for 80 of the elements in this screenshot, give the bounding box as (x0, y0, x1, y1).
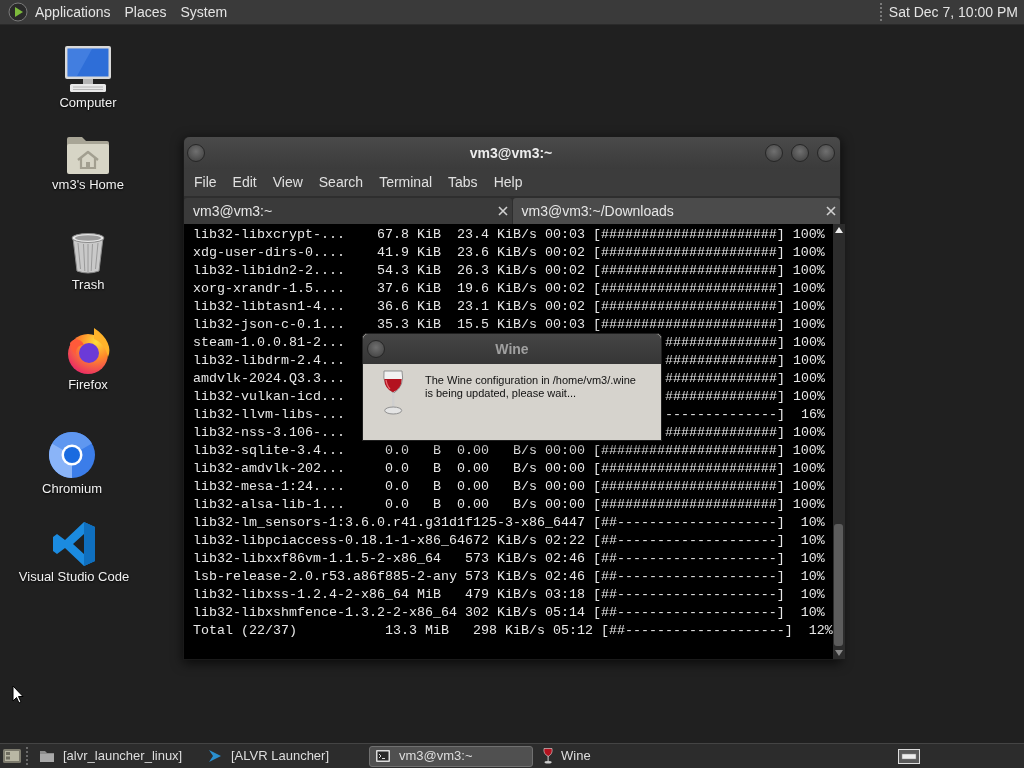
terminal-line-fragment: --------------] 16% (665, 406, 825, 424)
terminal-line: lib32-json-c-0.1... 35.3 KiB 15.5 KiB/s 00:03 [######################] 100% (193, 316, 825, 334)
workspace-switcher[interactable] (898, 748, 920, 764)
taskbar-item[interactable]: vm3@vm3:~ (369, 745, 533, 767)
terminal-line: lib32-libxshmfence-1.3.2-2-x86_64 302 KiB/s 05:14 [##--------------------] 10% (193, 604, 825, 622)
chromium-icon[interactable] (48, 431, 96, 479)
terminal-line-fragment: lib32-libdrm-2.4... (193, 352, 345, 370)
terminal-line: lib32-lm_sensors-1:3.6.0.r41.g31d1f125-3-x86_6447 [##--------------------] 10% (193, 514, 825, 532)
terminal-line: lib32-sqlite-3.4... 0.0 B 0.00 B/s 00:00 [######################] 100% (193, 442, 825, 460)
taskbar-item[interactable]: [ALVR Launcher] (201, 745, 365, 767)
mouse-pointer-icon (12, 685, 24, 704)
menu-item[interactable]: Search (310, 170, 372, 195)
terminal-line-fragment: amdvlk-2024.Q3.3... (193, 370, 345, 388)
terminal-line: lib32-alsa-lib-1... 0.0 B 0.00 B/s 00:00 [######################] 100% (193, 496, 825, 514)
desktop-icon-label[interactable]: vm3's Home (52, 177, 124, 193)
computer-icon[interactable] (64, 45, 112, 93)
menu-item[interactable]: Tabs (440, 170, 486, 195)
menu-logo-icon[interactable] (8, 2, 28, 22)
terminal-line-fragment: steam-1.0.0.81-2... (193, 334, 345, 352)
terminal-line: lib32-libidn2-2.... 54.3 KiB 26.3 KiB/s 00:02 [######################] 100% (193, 262, 825, 280)
window-menu-button[interactable] (187, 144, 205, 162)
desktop-icon-label[interactable]: Trash (71, 277, 105, 293)
terminal-line-fragment: ##############] 100% (665, 388, 825, 406)
terminal-line-fragment: ##############] 100% (665, 370, 825, 388)
window-menu-button[interactable] (367, 340, 385, 358)
folder-icon (39, 748, 55, 764)
close-icon[interactable] (826, 206, 836, 216)
terminal-line: lib32-amdvlk-202... 0.0 B 0.00 B/s 00:00 [######################] 100% (193, 460, 825, 478)
close-button[interactable] (817, 144, 835, 162)
terminal-tab[interactable]: vm3@vm3:~ (184, 198, 512, 224)
clock[interactable]: Sat Dec 7, 10:00 PM (882, 2, 1020, 22)
window-title: vm3@vm3:~ (469, 143, 553, 163)
terminal-line: lib32-mesa-1:24.... 0.0 B 0.00 B/s 00:00 [######################] 100% (193, 478, 825, 496)
terminal-line-fragment: lib32-vulkan-icd... (193, 388, 345, 406)
vscode-icon[interactable] (52, 521, 96, 567)
terminal-line: lib32-libtasn1-4... 36.6 KiB 23.1 KiB/s 00:02 [######################] 100% (193, 298, 825, 316)
close-icon[interactable] (497, 206, 508, 216)
trash-icon[interactable] (70, 231, 106, 275)
desktop-icon-label[interactable]: Computer (59, 95, 117, 111)
desktop-icon-label[interactable]: Firefox (68, 377, 108, 393)
terminal-tab[interactable]: vm3@vm3:~/Downloads (512, 198, 840, 224)
panel-menu[interactable]: System (173, 1, 235, 23)
terminal-line: xorg-xrandr-1.5.... 37.6 KiB 19.6 KiB/s 00:02 [######################] 100% (193, 280, 825, 298)
scroll-up-icon[interactable] (834, 227, 843, 233)
minimize-button[interactable] (765, 144, 783, 162)
dialog-title: Wine (495, 339, 529, 359)
menu-item[interactable]: Help (485, 170, 531, 195)
dialog-message: The Wine configuration in /home/vm3/.wine is being updated, please wait... (425, 373, 637, 400)
taskbar-item[interactable]: Wine (537, 745, 701, 767)
terminal-line: Total (22/37) 13.3 MiB 298 KiB/s 05:12 [##--------------------] 12% (193, 622, 833, 640)
terminal-line: lib32-libxcrypt-... 67.8 KiB 23.4 KiB/s 00:03 [######################] 100% (193, 226, 825, 244)
scrollbar[interactable] (832, 224, 845, 659)
terminal-line-fragment: ##############] 100% (665, 424, 825, 442)
terminal-line: lib32-libpciaccess-0.18.1-1-x86_64672 KiB/s 02:22 [##--------------------] 10% (193, 532, 825, 550)
desktop-icon-label[interactable]: Visual Studio Code (18, 569, 130, 585)
terminal-line: xdg-user-dirs-0.... 41.9 KiB 23.6 KiB/s 00:02 [######################] 100% (193, 244, 825, 262)
wine-glass-icon (381, 370, 405, 416)
home-folder-icon[interactable] (66, 135, 110, 175)
taskbar-item[interactable]: [alvr_launcher_linux] (33, 745, 197, 767)
terminal-line-fragment: lib32-nss-3.106-... (193, 424, 345, 442)
menu-item[interactable]: Terminal (371, 170, 441, 195)
panel-menu[interactable]: Applications (28, 1, 118, 23)
menu-item[interactable]: View (264, 170, 311, 195)
chevron-icon (207, 748, 223, 764)
terminal-line: lib32-libxxf86vm-1.1.5-2-x86_64 573 KiB/s 02:46 [##--------------------] 10% (193, 550, 825, 568)
desktop-icon-label[interactable]: Chromium (42, 481, 102, 497)
menu-item[interactable]: File (186, 170, 225, 195)
wine-glass-icon (543, 748, 553, 764)
scroll-down-icon[interactable] (834, 650, 843, 656)
terminal-line-fragment: lib32-llvm-libs-... (193, 406, 345, 424)
menu-item[interactable]: Edit (224, 170, 265, 195)
terminal-line: lsb-release-2.0.r53.a86f885-2-any 573 KiB/s 02:46 [##--------------------] 10% (193, 568, 825, 586)
scrollbar-thumb[interactable] (834, 524, 844, 646)
terminal-line-fragment: ##############] 100% (665, 352, 825, 370)
terminal-line-fragment: ##############] 100% (665, 334, 825, 352)
show-desktop-icon[interactable] (2, 748, 22, 764)
maximize-button[interactable] (791, 144, 809, 162)
terminal-icon (375, 748, 391, 764)
terminal-line: lib32-libxss-1.2.4-2-x86_64 MiB 479 KiB/s 03:18 [##--------------------] 10% (193, 586, 825, 604)
panel-menu[interactable]: Places (117, 1, 174, 23)
